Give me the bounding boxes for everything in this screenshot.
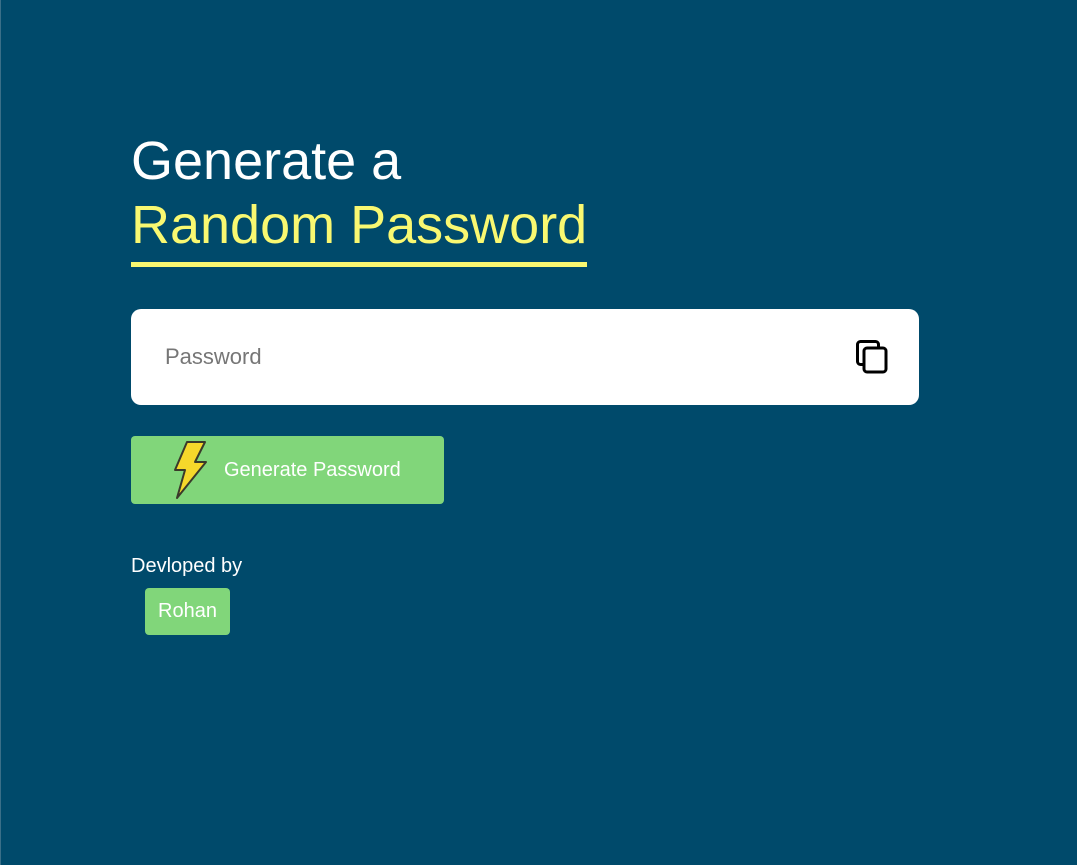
generate-button-label: Generate Password	[224, 458, 401, 481]
main-container: Generate a Random Password Generate Pass…	[131, 130, 919, 635]
page-title-line2: Random Password	[131, 194, 588, 267]
developer-name-badge[interactable]: Rohan	[145, 588, 230, 635]
password-box	[131, 309, 919, 405]
page: Generate a Random Password Generate Pass…	[0, 0, 1077, 865]
page-title-line1: Generate a	[131, 131, 402, 191]
copy-icon[interactable]	[855, 339, 889, 375]
developed-by-label: Devloped by	[131, 555, 243, 577]
lightning-bolt-icon	[171, 440, 209, 500]
generate-password-button[interactable]: Generate Password	[131, 436, 444, 504]
password-input[interactable]	[163, 336, 855, 378]
